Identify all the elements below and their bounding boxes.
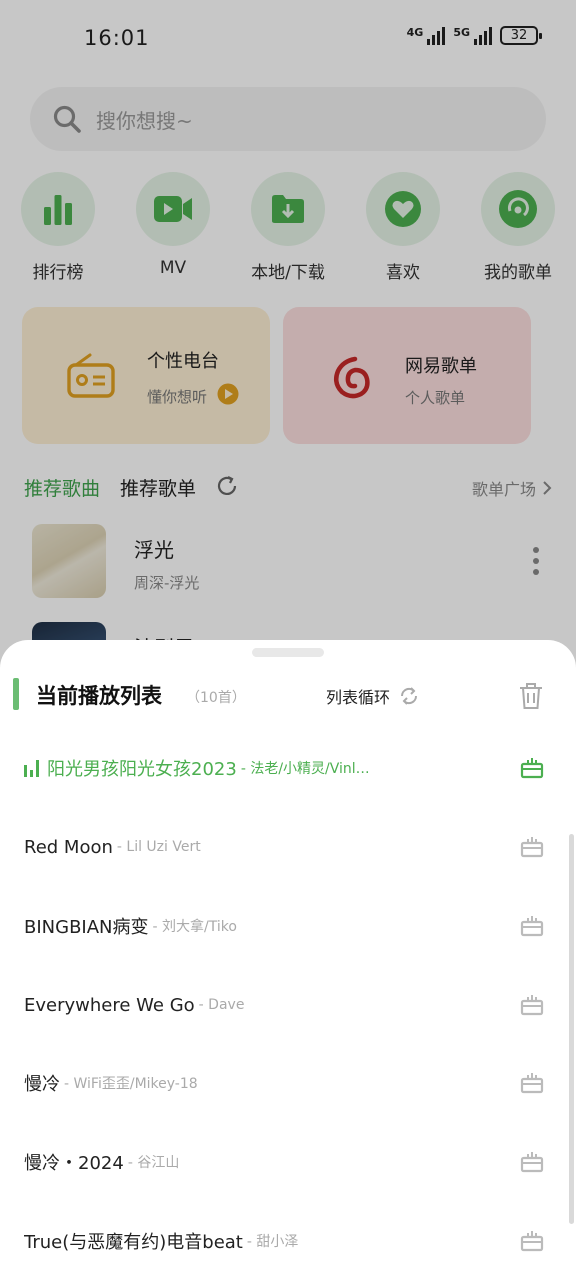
queue-song-title: Everywhere We Go xyxy=(24,994,195,1016)
queue-song-title: 慢冷・2024 xyxy=(24,1153,124,1174)
title-accent-bar xyxy=(13,678,19,710)
queue-item-playing[interactable]: 阳光男孩阳光女孩2023 - 法老/小精灵/Vinl… xyxy=(0,738,576,798)
remove-from-queue-icon[interactable] xyxy=(520,1072,544,1094)
queue-song-artist: - Dave xyxy=(198,997,245,1013)
remove-from-queue-icon[interactable] xyxy=(520,1151,544,1173)
queue-item[interactable]: 慢冷・2024 - 谷江山 xyxy=(0,1132,576,1192)
sheet-title: 当前播放列表 xyxy=(36,684,162,708)
queue-song-title: 慢冷 xyxy=(24,1074,60,1095)
queue-song-artist: - WiFi歪歪/Mikey-18 xyxy=(64,1076,198,1092)
remove-from-queue-icon[interactable] xyxy=(520,757,544,779)
remove-from-queue-icon[interactable] xyxy=(520,836,544,858)
queue-item[interactable]: Everywhere We Go - Dave xyxy=(0,975,576,1035)
queue-song-artist: - 甜小泽 xyxy=(246,1234,299,1250)
queue-count: （10首） xyxy=(186,690,246,706)
queue-song-artist: - Lil Uzi Vert xyxy=(116,839,201,855)
queue-song-title: Red Moon xyxy=(24,836,113,858)
sheet-drag-handle[interactable] xyxy=(252,648,324,657)
queue-song-title: BINGBIAN病变 xyxy=(24,917,149,938)
queue-song-artist: - 刘大拿/Tiko xyxy=(152,919,237,935)
queue-song-artist: - 法老/小精灵/Vinl… xyxy=(240,761,370,777)
play-queue-sheet: 当前播放列表 （10首） 列表循环 阳光男孩阳光女孩2023 - 法老/小精灵/… xyxy=(0,640,576,1280)
loop-mode-toggle[interactable]: 列表循环 xyxy=(326,684,420,708)
queue-song-title: 阳光男孩阳光女孩2023 xyxy=(47,759,237,780)
loop-mode-label: 列表循环 xyxy=(326,688,391,707)
queue-item[interactable]: True(与恶魔有约)电音beat - 甜小泽 xyxy=(0,1211,576,1271)
queue-song-title: True(与恶魔有约)电音beat xyxy=(24,1232,243,1253)
queue-scrollbar[interactable] xyxy=(569,834,574,1224)
queue-item[interactable]: Red Moon - Lil Uzi Vert xyxy=(0,817,576,877)
remove-from-queue-icon[interactable] xyxy=(520,1230,544,1252)
remove-from-queue-icon[interactable] xyxy=(520,915,544,937)
queue-item[interactable]: 慢冷 - WiFi歪歪/Mikey-18 xyxy=(0,1053,576,1113)
queue-item[interactable]: BINGBIAN病变 - 刘大拿/Tiko xyxy=(0,896,576,956)
trash-icon[interactable] xyxy=(518,682,544,710)
repeat-icon xyxy=(401,687,418,705)
remove-from-queue-icon[interactable] xyxy=(520,994,544,1016)
queue-song-artist: - 谷江山 xyxy=(127,1155,180,1171)
now-playing-icon xyxy=(24,759,39,777)
